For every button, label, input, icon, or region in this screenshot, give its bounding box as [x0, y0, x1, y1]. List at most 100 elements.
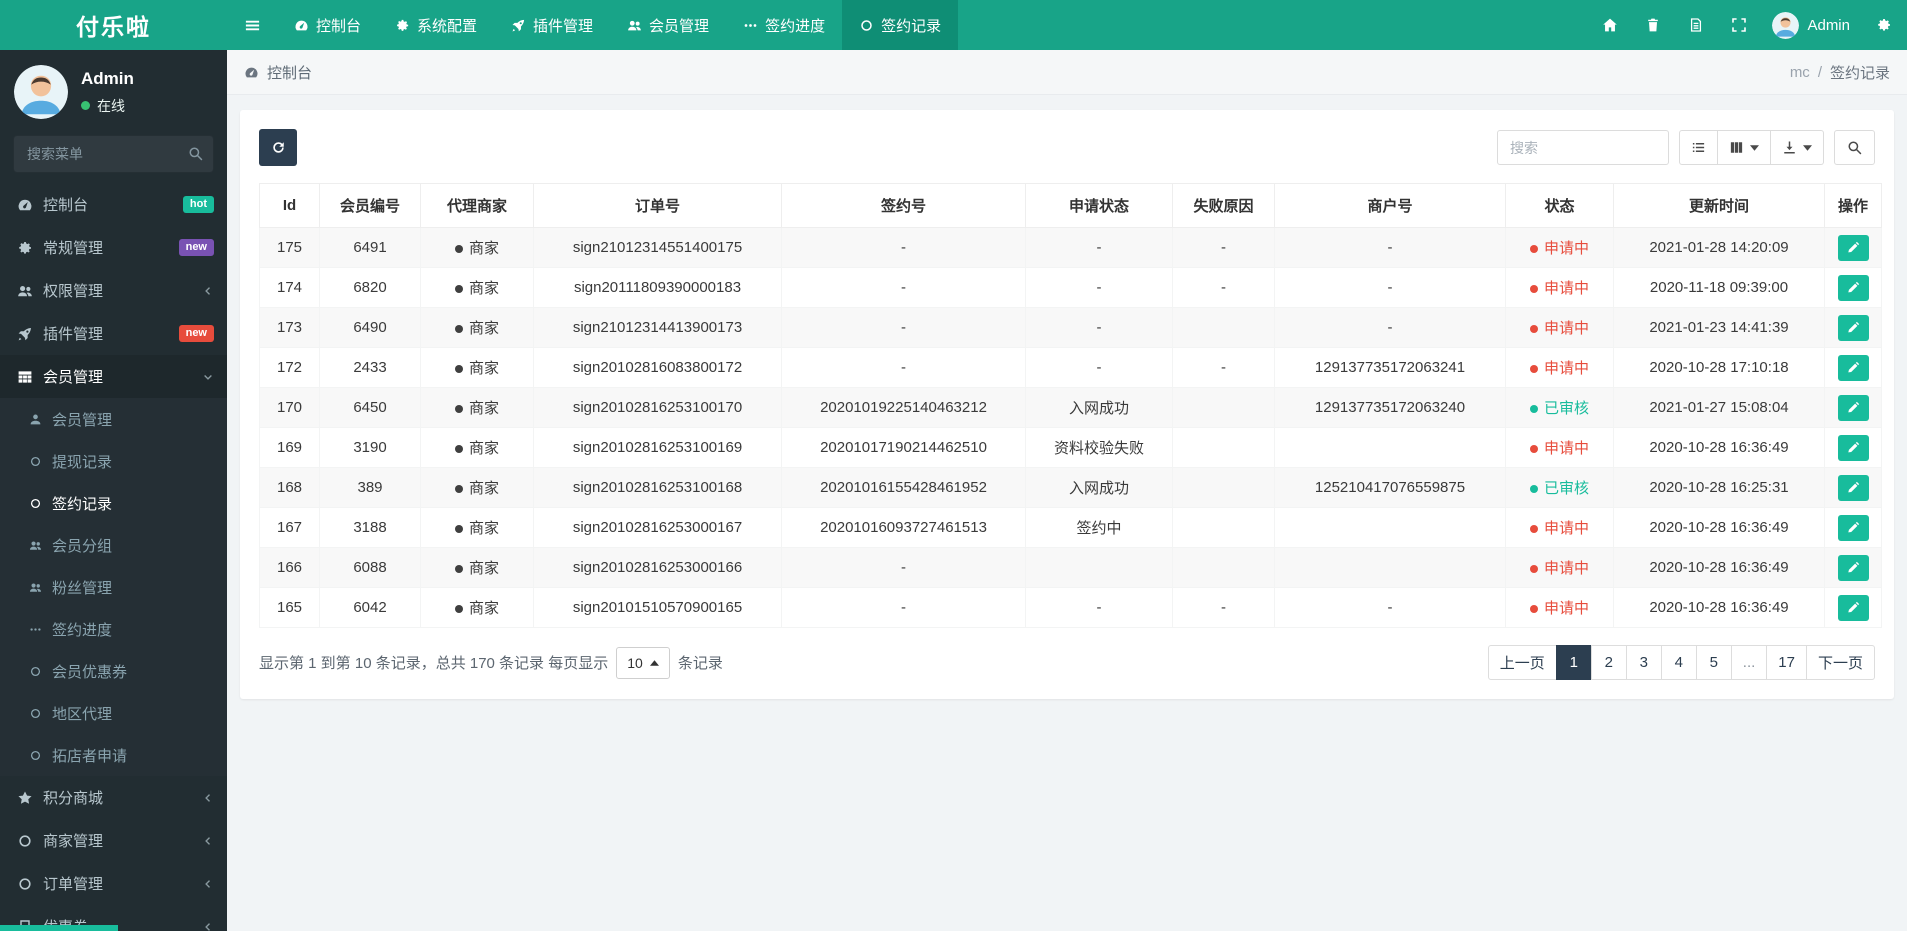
- breadcrumb-separator: /: [1817, 63, 1822, 81]
- page-size-value: 10: [627, 654, 643, 671]
- sidebar-item: 控制台 hot: [0, 183, 227, 226]
- page-size-select[interactable]: 10: [616, 646, 670, 679]
- sidebar-subitem-label: 会员优惠券: [52, 663, 128, 681]
- user-menu[interactable]: Admin: [1760, 11, 1862, 39]
- agent-dot-icon: [454, 525, 463, 533]
- settings-button[interactable]: [1862, 0, 1905, 50]
- page-button-2[interactable]: 2: [1590, 645, 1627, 680]
- pencil-icon: [1847, 561, 1860, 574]
- cell-updated: 2020-10-28 16:25:31: [1613, 467, 1825, 508]
- edit-button[interactable]: [1837, 314, 1869, 341]
- dashboard-icon: [294, 18, 309, 33]
- table-search-input[interactable]: [1497, 130, 1669, 165]
- edit-button[interactable]: [1837, 434, 1869, 461]
- edit-button[interactable]: [1837, 514, 1869, 541]
- rocket-icon: [511, 18, 526, 33]
- page-button-5[interactable]: 5: [1695, 645, 1732, 680]
- fullscreen-button[interactable]: [1717, 0, 1760, 50]
- table-icon: [17, 369, 33, 385]
- pencil-icon: [1847, 441, 1860, 454]
- sidebar-link-6[interactable]: 商家管理: [0, 819, 227, 862]
- sidebar-sublink-4-6[interactable]: 会员优惠券: [0, 650, 227, 692]
- sidebar-menu: 控制台 hot 常规管理 new 权限管理 插件管理 new 会员管理 会员管理 提现记录 签约记录…: [0, 183, 227, 931]
- brand-logo[interactable]: 付乐啦: [0, 0, 227, 50]
- breadcrumb-section[interactable]: 控制台: [244, 62, 312, 83]
- cell-member-no: 6450: [319, 387, 421, 428]
- chevron-left-icon: [202, 878, 214, 890]
- edit-button[interactable]: [1837, 474, 1869, 501]
- sidebar-scrollbar-thumb[interactable]: [0, 925, 118, 931]
- edit-button[interactable]: [1837, 554, 1869, 581]
- search-button[interactable]: [1834, 130, 1875, 165]
- sidebar-link-2[interactable]: 权限管理: [0, 269, 227, 312]
- topnav-item-4[interactable]: 会员管理: [610, 0, 726, 50]
- pagination-item: 下一页: [1805, 645, 1875, 680]
- edit-button[interactable]: [1837, 234, 1869, 261]
- toggle-view-button[interactable]: [1679, 130, 1718, 165]
- cell-apply-status: 签约中: [1025, 507, 1173, 548]
- table-row: 170 6450 商家 sign20102816253100170 2020101922…: [259, 387, 1882, 428]
- status-dot-icon: [1529, 485, 1538, 493]
- cell-agent: 商家: [420, 347, 534, 388]
- sidebar-link-7[interactable]: 订单管理: [0, 862, 227, 905]
- cell-sign-no: 20201017190214462510: [781, 427, 1026, 468]
- status-dot-icon: [1529, 565, 1538, 573]
- edit-button[interactable]: [1837, 594, 1869, 621]
- menu-search-input[interactable]: [13, 135, 214, 173]
- sidebar-sublink-4-4[interactable]: 粉丝管理: [0, 566, 227, 608]
- table-row: 167 3188 商家 sign20102816253000167 2020101609…: [259, 507, 1882, 548]
- edit-button[interactable]: [1837, 274, 1869, 301]
- page-button-17[interactable]: 17: [1766, 645, 1807, 680]
- sidebar-link-0[interactable]: 控制台 hot: [0, 183, 227, 226]
- sidebar-sublink-4-2[interactable]: 签约记录: [0, 482, 227, 524]
- cell-apply-status: -: [1025, 347, 1173, 388]
- breadcrumb-parent[interactable]: mc: [1790, 64, 1810, 81]
- refresh-button[interactable]: [259, 129, 297, 166]
- sidebar-link-1[interactable]: 常规管理 new: [0, 226, 227, 269]
- topnav-item-6[interactable]: 签约记录: [842, 0, 959, 50]
- column-header-0: Id: [259, 183, 320, 228]
- export-button[interactable]: [1771, 130, 1824, 165]
- sidebar-sublink-4-0[interactable]: 会员管理: [0, 398, 227, 440]
- status-badge: 申请中: [1529, 600, 1589, 617]
- sidebar-sublink-4-7[interactable]: 地区代理: [0, 692, 227, 734]
- sidebar-link-3[interactable]: 插件管理 new: [0, 312, 227, 355]
- table-head-row: Id 会员编号 代理商家 订单号 签约号 申请状态 失败原因 商户号 状态 更新时间 操作: [259, 183, 1882, 228]
- sidebar-link-5[interactable]: 积分商城: [0, 776, 227, 819]
- topnav-item-1[interactable]: 控制台: [277, 0, 378, 50]
- page-button-1[interactable]: 1: [1555, 645, 1592, 680]
- sidebar-toggle-button[interactable]: [227, 0, 277, 50]
- avatar[interactable]: [14, 65, 68, 119]
- sidebar-sublink-4-1[interactable]: 提现记录: [0, 440, 227, 482]
- status-label: 申请中: [1543, 600, 1589, 617]
- home-button[interactable]: [1588, 0, 1631, 50]
- page-button-4[interactable]: 4: [1660, 645, 1697, 680]
- caret-down-icon: [1803, 144, 1812, 151]
- cell-agent: 商家: [420, 547, 534, 588]
- prev-page-button[interactable]: 上一页: [1487, 645, 1557, 680]
- sidebar-sublink-4-5[interactable]: 签约进度: [0, 608, 227, 650]
- sidebar-subitem: 会员分组: [0, 524, 227, 566]
- online-dot-icon: [81, 101, 90, 110]
- cell-order-no: sign20101510570900165: [533, 587, 782, 628]
- edit-button[interactable]: [1837, 394, 1869, 421]
- page-button-3[interactable]: 3: [1625, 645, 1662, 680]
- next-page-button[interactable]: 下一页: [1805, 645, 1875, 680]
- sidebar-sublink-4-3[interactable]: 会员分组: [0, 524, 227, 566]
- sidebar-item-label: 订单管理: [43, 876, 104, 893]
- cell-merchant-no: -: [1274, 307, 1506, 348]
- topnav-item-2[interactable]: 系统配置: [378, 0, 494, 50]
- sidebar-sublink-4-8[interactable]: 拓店者申请: [0, 734, 227, 776]
- pencil-icon: [1847, 481, 1860, 494]
- columns-button[interactable]: [1718, 130, 1771, 165]
- column-header-5: 申请状态: [1025, 183, 1173, 228]
- topnav-item-5[interactable]: 签约进度: [726, 0, 842, 50]
- agent-label: 商家: [468, 480, 499, 497]
- document-button[interactable]: [1674, 0, 1717, 50]
- trash-icon: [1645, 17, 1661, 33]
- edit-button[interactable]: [1837, 354, 1869, 381]
- cell-sign-no: -: [781, 307, 1026, 348]
- sidebar-link-4[interactable]: 会员管理: [0, 355, 227, 398]
- topnav-item-3[interactable]: 插件管理: [494, 0, 610, 50]
- trash-button[interactable]: [1631, 0, 1674, 50]
